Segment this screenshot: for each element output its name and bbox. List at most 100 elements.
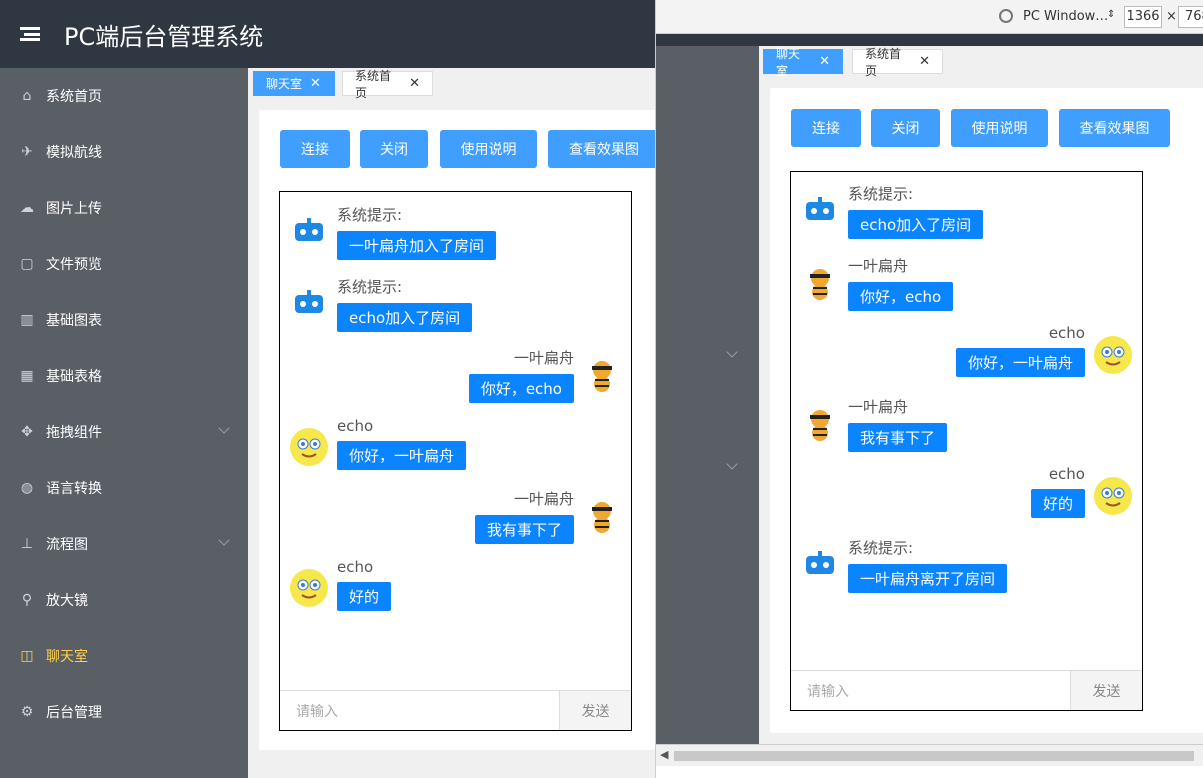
- close-icon[interactable]: ✕: [409, 76, 420, 91]
- magnifier-icon: ⚲: [21, 592, 33, 608]
- sidebar-item-home[interactable]: ⌂ 系统首页: [0, 68, 248, 124]
- close-button[interactable]: 关闭: [360, 130, 428, 168]
- close-icon[interactable]: ✕: [310, 76, 321, 91]
- message-bubble: echo加入了房间: [848, 210, 984, 239]
- sidebar-item-admin[interactable]: ⚙ 后台管理: [0, 684, 248, 740]
- robot-avatar: [290, 285, 328, 323]
- sender-name: 一叶扁舟: [848, 398, 909, 416]
- tab-label: 聊天室: [776, 46, 801, 78]
- sidebar-item-magnifier[interactable]: ⚲ 放大镜: [0, 572, 248, 628]
- scrollbar-thumb[interactable]: [674, 751, 1194, 761]
- device-toolbar: PC Window… ⇕ 1366 × 768: [656, 0, 1203, 34]
- message-bubble: 我有事下了: [474, 515, 574, 544]
- message-bubble: 你好，echo: [468, 374, 574, 403]
- preview-sidebar: [656, 46, 759, 744]
- sender-name: echo: [1048, 324, 1085, 342]
- message-input[interactable]: 请输入: [280, 691, 559, 730]
- close-button[interactable]: 关闭: [871, 109, 940, 147]
- horizontal-scrollbar[interactable]: ◀: [656, 744, 1203, 766]
- sidebar-item-preview[interactable]: ▢ 文件预览: [0, 236, 248, 292]
- tab-chatroom[interactable]: 聊天室 ✕: [253, 71, 335, 96]
- sidebar-item-table[interactable]: ▦ 基础表格: [0, 348, 248, 404]
- close-icon[interactable]: ✕: [919, 54, 930, 69]
- tiger-avatar: [801, 405, 839, 443]
- sidebar-item-label: 系统首页: [46, 89, 102, 105]
- sidebar-item-label: 聊天室: [46, 649, 88, 665]
- top-header: PC端后台管理系统: [0, 0, 655, 68]
- header-strip: [656, 34, 1203, 46]
- sidebar-item-label: 拖拽组件: [46, 425, 102, 441]
- chevron-down-icon: [218, 422, 230, 434]
- message-bubble: 一叶扁舟加入了房间: [337, 231, 497, 260]
- message-right: 一叶扁舟 你好，echo: [468, 347, 574, 403]
- tab-label: 系统首页: [355, 68, 392, 100]
- sender-name: 一叶扁舟: [513, 490, 574, 508]
- sidebar-item-drag[interactable]: ✥ 拖拽组件: [0, 404, 248, 460]
- sidebar-item-upload[interactable]: ☁ 图片上传: [0, 180, 248, 236]
- tab-label: 系统首页: [865, 46, 902, 78]
- sidebar-item-label: 流程图: [46, 537, 88, 553]
- send-button[interactable]: 发送: [1070, 671, 1142, 710]
- preview-button[interactable]: 查看效果图: [1059, 109, 1170, 147]
- chevron-down-icon: [726, 458, 738, 470]
- message-bubble: 好的: [337, 582, 392, 611]
- message-bubble: 一叶扁舟离开了房间: [848, 564, 1008, 593]
- message-left: 系统提示: echo加入了房间: [337, 276, 473, 332]
- sidebar-item-chart[interactable]: ▥ 基础图表: [0, 292, 248, 348]
- scroll-left-icon[interactable]: ◀: [660, 748, 668, 761]
- width-input[interactable]: 1366: [1124, 6, 1162, 28]
- help-button[interactable]: 使用说明: [951, 109, 1048, 147]
- chat-input-bar: 请输入 发送: [791, 670, 1142, 710]
- sponge-avatar: [290, 428, 328, 466]
- device-select[interactable]: PC Window…: [1023, 9, 1108, 24]
- sidebar-item-label: 基础图表: [46, 313, 102, 329]
- sidebar-item-route[interactable]: ✈ 模拟航线: [0, 124, 248, 180]
- tiger-avatar: [801, 264, 839, 302]
- system-title: PC端后台管理系统: [64, 22, 264, 51]
- select-arrow-icon: ⇕: [1107, 9, 1116, 20]
- drag-icon: ✥: [21, 424, 33, 440]
- tab-home[interactable]: 系统首页 ✕: [852, 47, 943, 78]
- height-input[interactable]: 768: [1178, 6, 1203, 28]
- message-left: 一叶扁舟 我有事下了: [848, 396, 948, 452]
- close-icon[interactable]: ✕: [819, 54, 830, 69]
- main-content: 聊天室 ✕ 系统首页 ✕ 连接 关闭 使用说明 查看效果图 系统提示: 一叶扁舟加入了…: [248, 68, 660, 778]
- connect-button[interactable]: 连接: [280, 130, 350, 168]
- sidebar-item-label: 模拟航线: [46, 145, 102, 161]
- chat-card: 连接 关闭 使用说明 查看效果图 系统提示: echo加入了房间 一叶扁舟 你好，e…: [770, 88, 1203, 733]
- tab-chatroom[interactable]: 聊天室 ✕: [763, 47, 843, 78]
- help-button[interactable]: 使用说明: [440, 130, 537, 168]
- message-bubble: 我有事下了: [848, 423, 948, 452]
- tiger-avatar: [583, 356, 621, 394]
- send-button[interactable]: 发送: [559, 691, 631, 730]
- menu-toggle-icon[interactable]: [20, 27, 40, 41]
- sender-name: 系统提示:: [848, 185, 914, 203]
- sidebar-item-label: 放大镜: [46, 593, 88, 609]
- preview-main: 聊天室 ✕ 系统首页 ✕ 连接 关闭 使用说明 查看效果图 系统提示: echo加入了…: [759, 46, 1203, 744]
- gear-icon: ⚙: [20, 704, 34, 720]
- message-left: echo 你好，一叶扁舟: [337, 417, 467, 470]
- robot-avatar: [290, 213, 328, 251]
- globe-icon: ◍: [20, 480, 34, 496]
- connect-button[interactable]: 连接: [791, 109, 861, 147]
- message-bubble: 好的: [1030, 489, 1085, 518]
- message-bubble: echo加入了房间: [337, 303, 473, 332]
- robot-avatar: [801, 192, 839, 230]
- flowchart-icon: ⊥: [20, 536, 34, 552]
- sidebar-item-flowchart[interactable]: ⊥ 流程图: [0, 516, 248, 572]
- responsive-preview-window: PC Window… ⇕ 1366 × 768 聊天室 ✕ 系统首页 ✕ 连接 关闭…: [655, 0, 1203, 778]
- sender-name: 系统提示:: [337, 278, 403, 296]
- preview-button[interactable]: 查看效果图: [548, 130, 660, 168]
- chevron-down-icon: [218, 534, 230, 546]
- message-right: echo 好的: [1030, 465, 1085, 518]
- sidebar-item-chatroom[interactable]: ◫ 聊天室: [0, 628, 248, 684]
- chart-icon: ▥: [20, 312, 34, 328]
- sender-name: 系统提示:: [848, 539, 914, 557]
- route-icon: ✈: [21, 144, 33, 160]
- sidebar-item-language[interactable]: ◍ 语言转换: [0, 460, 248, 516]
- sidebar-item-label: 语言转换: [46, 481, 102, 497]
- message-input[interactable]: 请输入: [791, 671, 1070, 710]
- tab-home[interactable]: 系统首页 ✕: [342, 69, 433, 100]
- sender-name: echo: [337, 417, 374, 435]
- message-left: 系统提示: 一叶扁舟离开了房间: [848, 537, 1008, 593]
